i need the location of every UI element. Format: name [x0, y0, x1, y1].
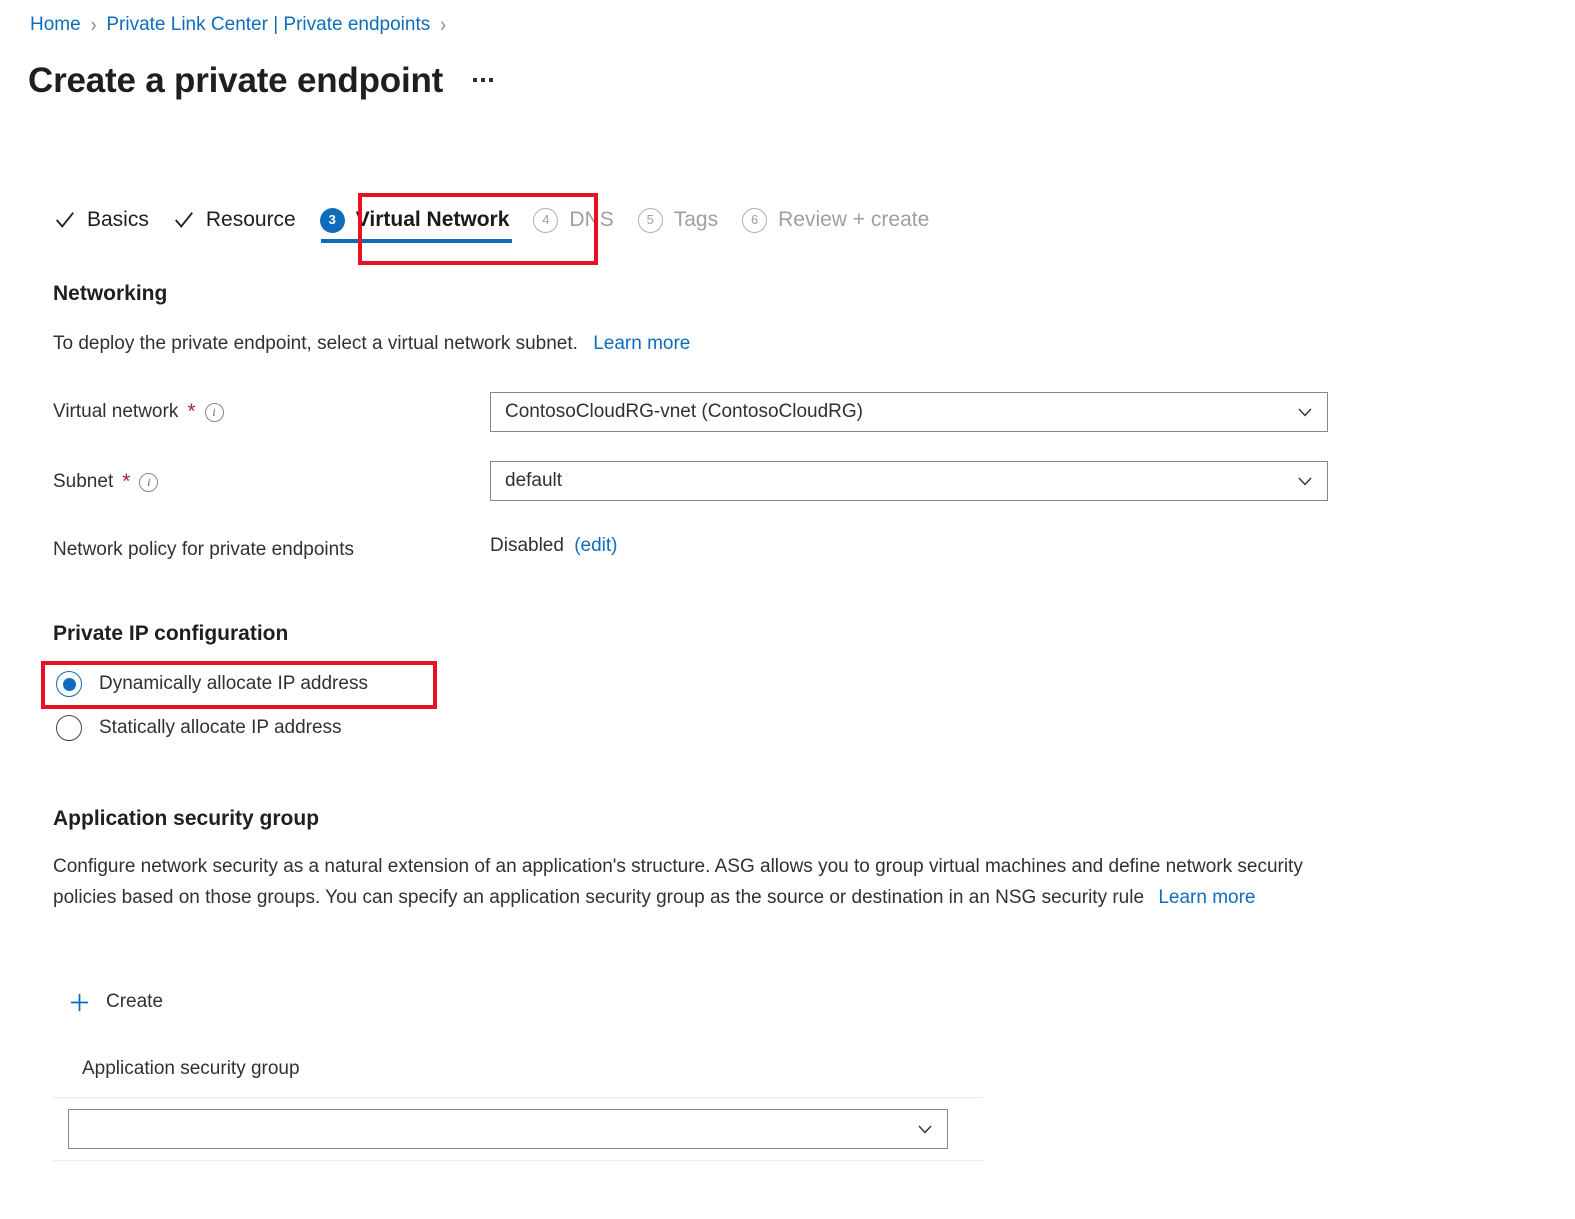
breadcrumb-separator-icon: ›: [90, 12, 97, 37]
tab-resource[interactable]: Resource: [163, 198, 310, 245]
subnet-label: Subnet * i: [53, 469, 159, 495]
tab-label: Virtual Network: [355, 208, 510, 231]
required-asterisk: *: [122, 470, 131, 493]
step-number-badge: 6: [742, 207, 768, 233]
step-number-badge: 4: [533, 207, 559, 233]
networking-heading: Networking: [53, 282, 168, 305]
networking-description: To deploy the private endpoint, select a…: [53, 328, 690, 359]
breadcrumb-item-private-link-center[interactable]: Private Link Center | Private endpoints: [106, 13, 430, 37]
tab-label: Basics: [87, 208, 149, 231]
asg-heading: Application security group: [53, 807, 320, 830]
chevron-down-icon: [1298, 408, 1312, 417]
breadcrumb: Home › Private Link Center | Private end…: [30, 13, 446, 37]
create-asg-button[interactable]: Create: [68, 989, 163, 1015]
virtual-network-dropdown[interactable]: ContosoCloudRG-vnet (ContosoCloudRG): [490, 392, 1328, 432]
tab-label: Tags: [673, 208, 719, 231]
active-tab-underline: [320, 239, 513, 243]
network-policy-label: Network policy for private endpoints: [53, 537, 354, 563]
asg-learn-more-link[interactable]: Learn more: [1158, 887, 1255, 908]
subnet-value: default: [505, 470, 563, 491]
tab-review-create[interactable]: 6 Review + create: [732, 198, 943, 245]
network-policy-value-row: Disabled (edit): [490, 533, 618, 559]
required-asterisk: *: [187, 400, 196, 423]
tab-dns[interactable]: 4 DNS: [523, 198, 627, 245]
network-policy-edit-link[interactable]: (edit): [574, 535, 617, 556]
chevron-down-icon: [918, 1125, 932, 1134]
radio-button-unselected-icon[interactable]: [56, 715, 82, 741]
networking-description-text: To deploy the private endpoint, select a…: [53, 333, 578, 354]
tab-label: Review + create: [778, 208, 930, 231]
private-ip-heading: Private IP configuration: [53, 622, 289, 645]
asg-description-text: Configure network security as a natural …: [53, 856, 1303, 908]
chevron-down-icon: [1298, 477, 1312, 486]
info-icon[interactable]: i: [204, 402, 224, 422]
virtual-network-value: ContosoCloudRG-vnet (ContosoCloudRG): [505, 401, 863, 422]
asg-description: Configure network security as a natural …: [53, 851, 1318, 913]
breadcrumb-separator-icon: ›: [440, 12, 446, 37]
virtual-network-label: Virtual network * i: [53, 399, 224, 425]
subnet-dropdown[interactable]: default: [490, 461, 1328, 501]
tab-label: Resource: [205, 208, 296, 231]
check-icon: [174, 212, 193, 228]
tab-label: DNS: [569, 208, 614, 231]
radio-label: Dynamically allocate IP address: [99, 673, 368, 694]
network-policy-value: Disabled: [490, 535, 564, 556]
tab-tags[interactable]: 5 Tags: [628, 198, 732, 245]
radio-button-selected-icon[interactable]: [56, 671, 82, 697]
more-commands-icon[interactable]: [469, 70, 497, 92]
check-icon: [56, 212, 74, 228]
tab-basics[interactable]: Basics: [44, 198, 163, 245]
breadcrumb-item-home[interactable]: Home: [30, 13, 81, 37]
asg-table-header: Application security group: [82, 1058, 300, 1079]
radio-label: Statically allocate IP address: [99, 717, 342, 738]
network-policy-label-text: Network policy for private endpoints: [53, 539, 354, 560]
page-header: Create a private endpoint: [28, 58, 497, 104]
page-title: Create a private endpoint: [28, 61, 444, 100]
step-number-badge: 5: [637, 207, 663, 233]
info-icon[interactable]: i: [139, 472, 159, 492]
radio-statically-allocate[interactable]: Statically allocate IP address: [56, 715, 342, 741]
create-private-endpoint-page: Home › Private Link Center | Private end…: [0, 0, 1575, 1219]
subnet-label-text: Subnet: [53, 471, 114, 492]
step-number-badge: 3: [319, 207, 345, 233]
radio-dynamically-allocate[interactable]: Dynamically allocate IP address: [56, 671, 368, 697]
divider-top: [53, 1097, 983, 1098]
virtual-network-label-text: Virtual network: [53, 401, 179, 422]
asg-dropdown[interactable]: [68, 1109, 948, 1149]
divider-bottom: [53, 1160, 983, 1161]
networking-learn-more-link[interactable]: Learn more: [593, 333, 690, 354]
wizard-tabs: Basics Resource 3 Virtual Network 4 DNS …: [44, 198, 943, 245]
tab-virtual-network[interactable]: 3 Virtual Network: [310, 198, 524, 245]
plus-icon: [70, 993, 89, 1011]
create-asg-button-label: Create: [106, 991, 164, 1012]
